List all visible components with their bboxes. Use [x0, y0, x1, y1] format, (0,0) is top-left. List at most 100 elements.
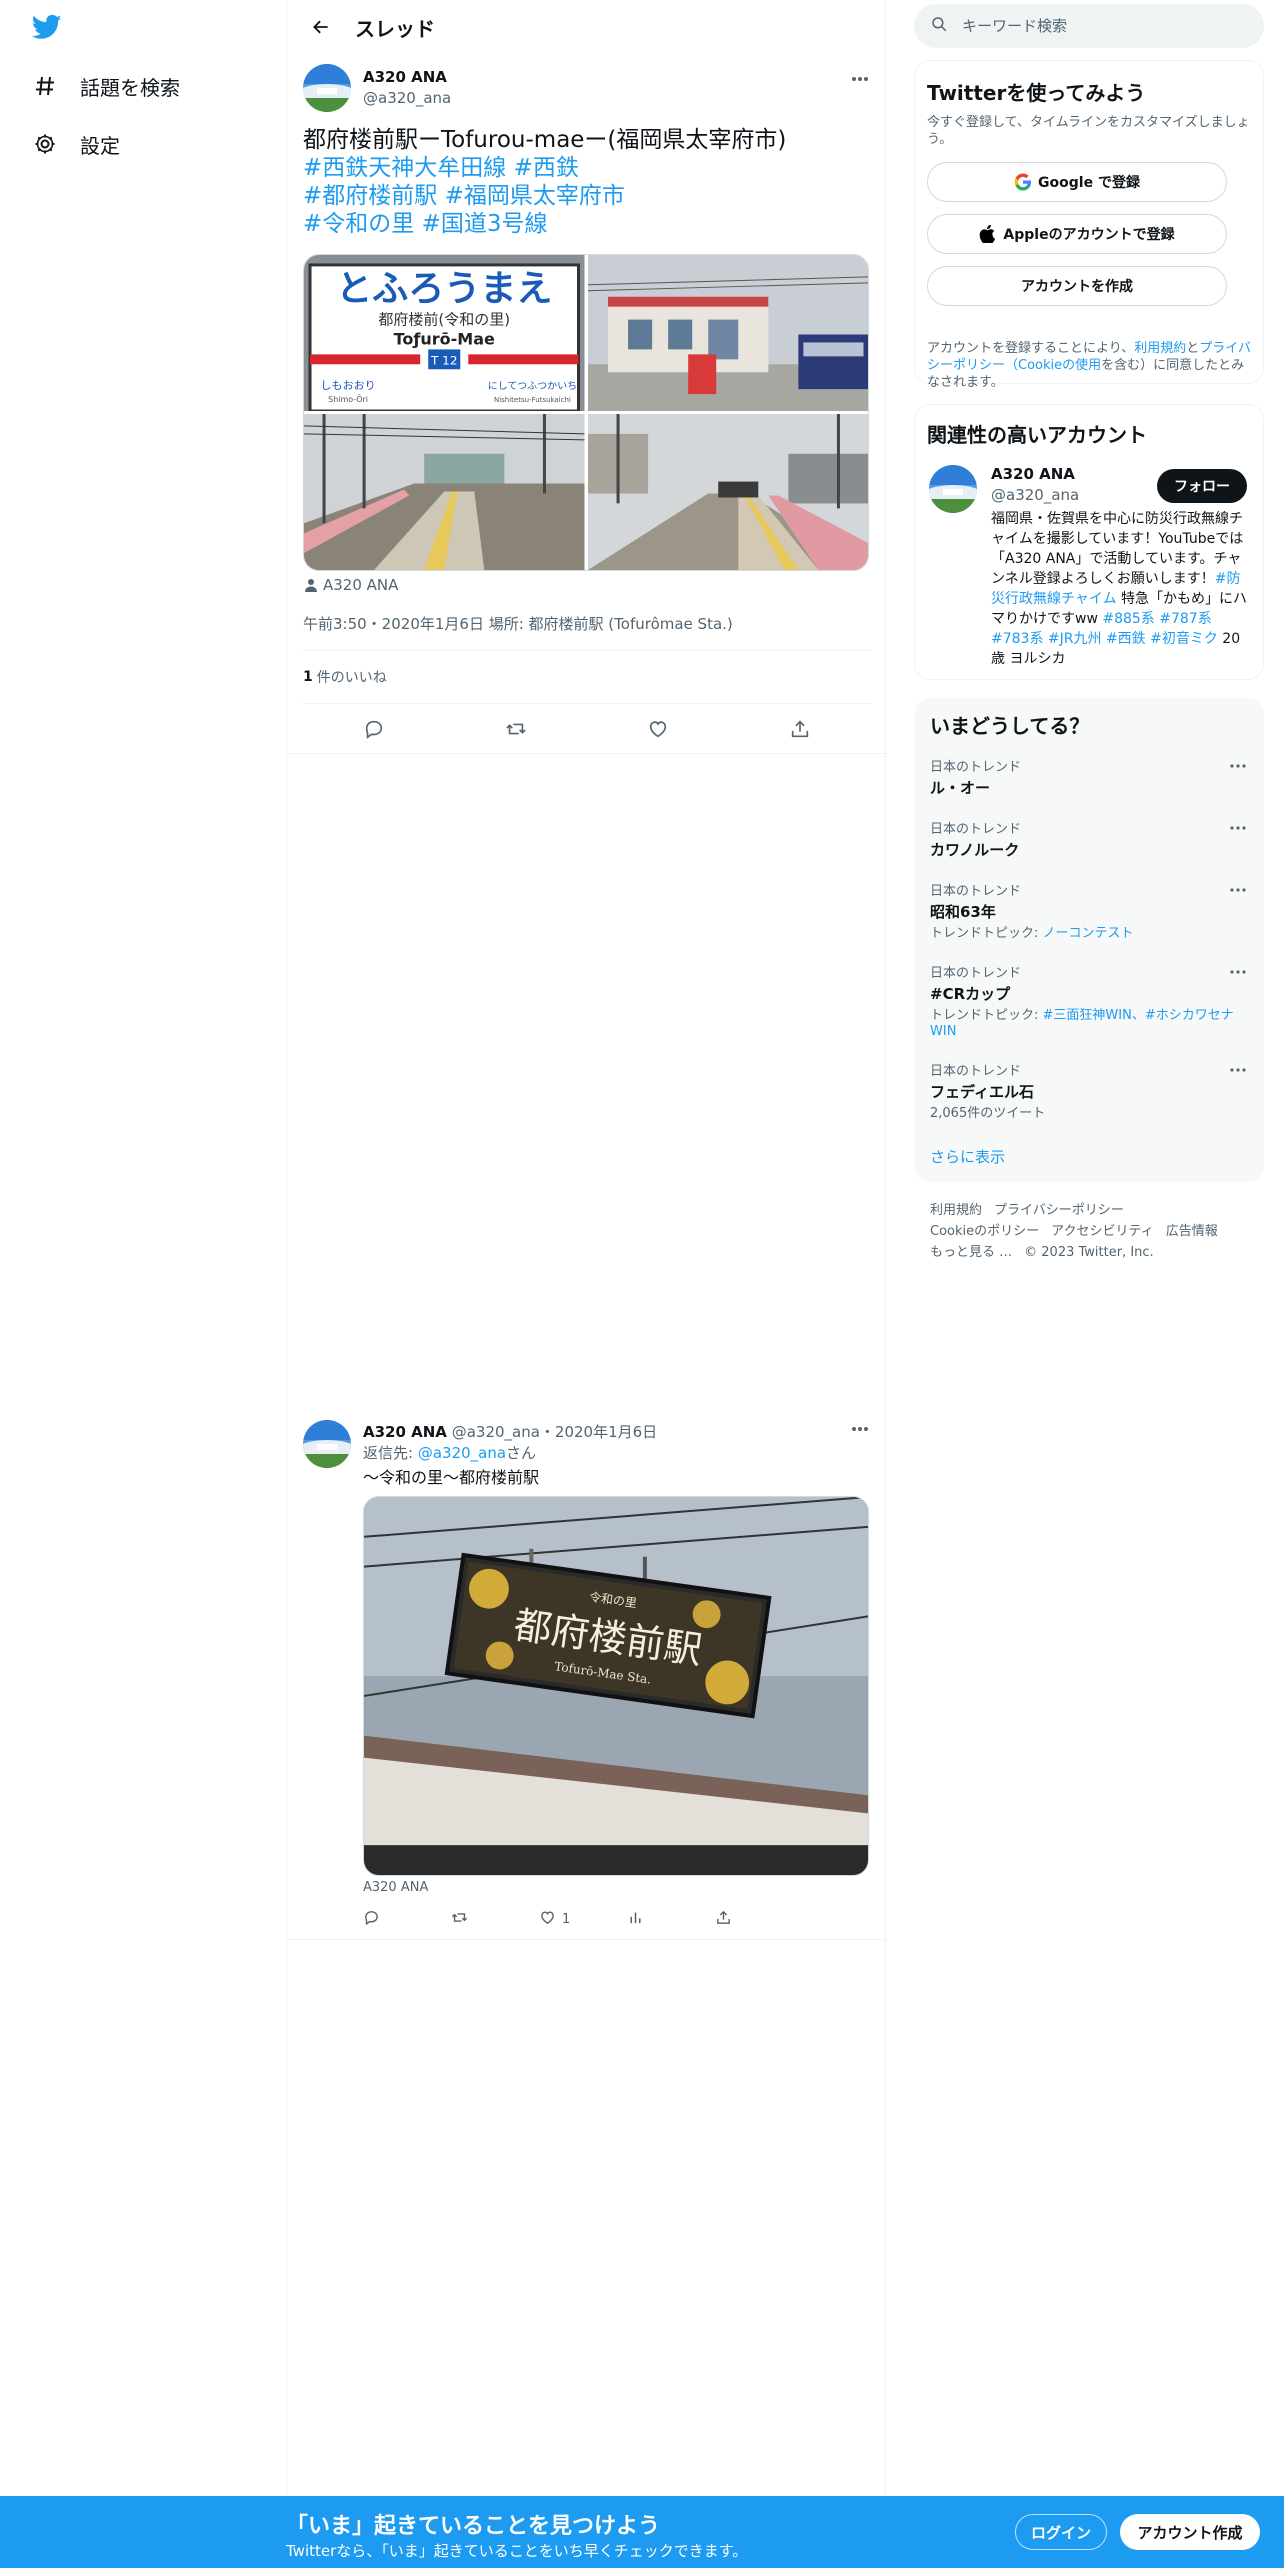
trend-item[interactable]: 日本のトレンド 昭和63年 トレンドトピック: ノーコンテスト	[930, 880, 1250, 942]
trend-context: 日本のトレンド	[930, 760, 1022, 775]
share-icon[interactable]	[782, 711, 818, 747]
more-icon[interactable]	[1226, 756, 1250, 776]
trend-item[interactable]: 日本のトレンド ル・オー	[930, 756, 1250, 798]
photo-station-board[interactable]: 令和の里 都府楼前駅 Tofurō-Mae Sta.	[363, 1496, 869, 1876]
author-name[interactable]: A320 ANA	[363, 1423, 447, 1441]
photo-credit: A320 ANA	[303, 576, 398, 594]
hashtag-link[interactable]: #都府楼前駅	[303, 183, 437, 209]
photo-grid: とふろうまえ 都府楼前(令和の里) Toƒurō-Mae T 12 しもおおり …	[303, 254, 869, 571]
tweet-actions: 1	[363, 1902, 803, 1936]
more-icon[interactable]	[845, 68, 875, 90]
footer-link[interactable]: 広告情報	[1166, 1224, 1218, 1239]
avatar[interactable]	[929, 465, 977, 513]
author-name[interactable]: A320 ANA	[363, 68, 447, 86]
analytics-button[interactable]	[627, 1909, 715, 1930]
tweet-timestamp[interactable]: 午前3:50・2020年1月6日 場所: 都府楼前駅 (Tofurômae St…	[303, 613, 733, 634]
nav-settings[interactable]: 設定	[30, 120, 120, 168]
author-handle[interactable]: @a320_ana	[363, 89, 451, 107]
share-button[interactable]	[715, 1909, 803, 1930]
create-account-button[interactable]: アカウントを作成	[927, 266, 1227, 306]
hashtag-link[interactable]: #福岡県太宰府市	[445, 183, 625, 209]
photo-station-sign[interactable]: とふろうまえ 都府楼前(令和の里) Toƒurō-Mae T 12 しもおおり …	[304, 255, 585, 411]
trend-item[interactable]: 日本のトレンド #CRカップ トレンドトピック: #三面狂神WIN、#ホシカワセ…	[930, 962, 1250, 1040]
footer-link[interactable]: アクセシビリティ	[1051, 1224, 1154, 1239]
related-account-handle[interactable]: @a320_ana	[991, 486, 1079, 504]
avatar[interactable]	[303, 1420, 351, 1468]
tweet-text: 都府楼前駅ーTofurou-maeー(福岡県太宰府市) #西鉄天神大牟田線 #西…	[303, 126, 863, 238]
avatar[interactable]	[303, 64, 351, 112]
author-handle-date[interactable]: @a320_ana・2020年1月6日	[452, 1423, 657, 1441]
more-icon[interactable]	[845, 1418, 875, 1440]
more-icon[interactable]	[1226, 818, 1250, 838]
sign-right-kana: にしてつふつかいち	[488, 380, 578, 392]
like-button[interactable]: 1	[539, 1909, 627, 1930]
trend-tweet-count: 2,065件のツイート	[930, 1106, 1046, 1121]
terms-link[interactable]: 利用規約	[1134, 341, 1186, 356]
google-signup-button[interactable]: Google で登録	[927, 162, 1227, 202]
trends-title: いまどうしてる？	[930, 714, 1090, 738]
more-icon[interactable]	[1226, 880, 1250, 900]
signup-button[interactable]: アカウント作成	[1120, 2514, 1260, 2550]
google-signup-label: Google で登録	[1038, 175, 1140, 191]
signup-title: Twitterを使ってみよう	[927, 81, 1146, 105]
footer-link[interactable]: もっと見る …	[930, 1245, 1012, 1260]
trend-topic: トレンドトピック: ノーコンテスト	[930, 926, 1250, 942]
retweet-icon	[451, 1909, 468, 1930]
hashtag-link[interactable]: #西鉄天神大牟田線	[303, 155, 506, 181]
search-input[interactable]	[962, 17, 1242, 35]
back-arrow-icon[interactable]	[303, 9, 339, 45]
page-title: スレッド	[355, 16, 435, 41]
more-icon[interactable]	[1226, 962, 1250, 982]
like-stats[interactable]: 1 件のいいね	[303, 650, 871, 704]
retweet-icon[interactable]	[498, 711, 534, 747]
reply-icon[interactable]	[356, 711, 392, 747]
hashtag-link[interactable]: #西鉄	[514, 155, 579, 181]
apple-signup-button[interactable]: Appleのアカウントで登録	[927, 214, 1227, 254]
photo-station-building[interactable]	[587, 255, 868, 411]
trend-topic-link[interactable]: ノーコンテスト	[1043, 926, 1134, 941]
heart-icon[interactable]	[640, 711, 676, 747]
photo-platform-left[interactable]	[304, 414, 585, 570]
reply-button[interactable]	[363, 1909, 451, 1930]
photo-credit-name[interactable]: A320 ANA	[323, 576, 398, 594]
hashtag-link[interactable]: #令和の里	[303, 211, 414, 237]
analytics-icon	[627, 1909, 644, 1930]
bottom-bar-subtitle: Twitterなら、「いま」起きていることをいち早くチェックできます。	[286, 2542, 748, 2560]
like-label: 件のいいね	[316, 670, 387, 686]
left-sidebar: 話題を検索 設定	[0, 0, 286, 2568]
signup-subtitle: 今すぐ登録して、タイムラインをカスタマイズしましょう。	[927, 115, 1250, 147]
nav-explore[interactable]: 話題を検索	[30, 62, 180, 110]
heart-icon	[539, 1909, 556, 1930]
footer-link[interactable]: 利用規約	[930, 1203, 982, 1218]
photo-credit-name[interactable]: A320 ANA	[363, 1880, 428, 1895]
login-button[interactable]: ログイン	[1015, 2514, 1107, 2550]
footer-link[interactable]: Cookieのポリシー	[930, 1224, 1039, 1239]
person-icon	[303, 577, 319, 593]
bottom-signup-bar: 「いま」起きていることを見つけよう Twitterなら、「いま」起きていることを…	[0, 2496, 1284, 2568]
reply-to-link[interactable]: @a320_ana	[418, 1444, 506, 1462]
apple-signup-label: Appleのアカウントで登録	[1003, 227, 1175, 243]
follow-button[interactable]: フォロー	[1157, 469, 1247, 503]
trend-item[interactable]: 日本のトレンド フェディエル石 2,065件のツイート	[930, 1060, 1250, 1122]
terms-prefix: アカウントを登録することにより、	[927, 341, 1135, 356]
related-account-name[interactable]: A320 ANA	[991, 465, 1075, 483]
trend-topic: トレンドトピック: #三面狂神WIN、#ホシカワセナWIN	[930, 1008, 1250, 1040]
hashtag-link[interactable]: #国道3号線	[422, 211, 548, 237]
footer-link[interactable]: プライバシーポリシー	[994, 1203, 1124, 1218]
search-box[interactable]	[914, 4, 1264, 48]
retweet-button[interactable]	[451, 1909, 539, 1930]
more-icon[interactable]	[1226, 1060, 1250, 1080]
tweet-text-main: 都府楼前駅ーTofurou-maeー(福岡県太宰府市)	[303, 127, 787, 153]
sign-left-kana: しもおおり	[321, 379, 376, 392]
signup-terms: アカウントを登録することにより、利用規約とプライバシーポリシー（Cookieの使…	[927, 340, 1251, 391]
trends-card: いまどうしてる？ 日本のトレンド ル・オー 日本のトレンド カワノルーク 日本の…	[914, 698, 1264, 1182]
twitter-logo-icon[interactable]	[30, 12, 66, 44]
sign-roman: Toƒurō-Mae	[394, 329, 496, 348]
trend-item[interactable]: 日本のトレンド カワノルーク	[930, 818, 1250, 860]
related-title: 関連性の高いアカウント	[927, 423, 1147, 447]
trend-title: カワノルーク	[930, 841, 1020, 859]
photo-platform-right[interactable]	[587, 414, 868, 570]
show-more-link[interactable]: さらに表示	[930, 1146, 1005, 1167]
sign-left-roman: Shimo-Ōri	[328, 394, 368, 404]
sign-kanji: 都府楼前(令和の里)	[378, 311, 510, 329]
